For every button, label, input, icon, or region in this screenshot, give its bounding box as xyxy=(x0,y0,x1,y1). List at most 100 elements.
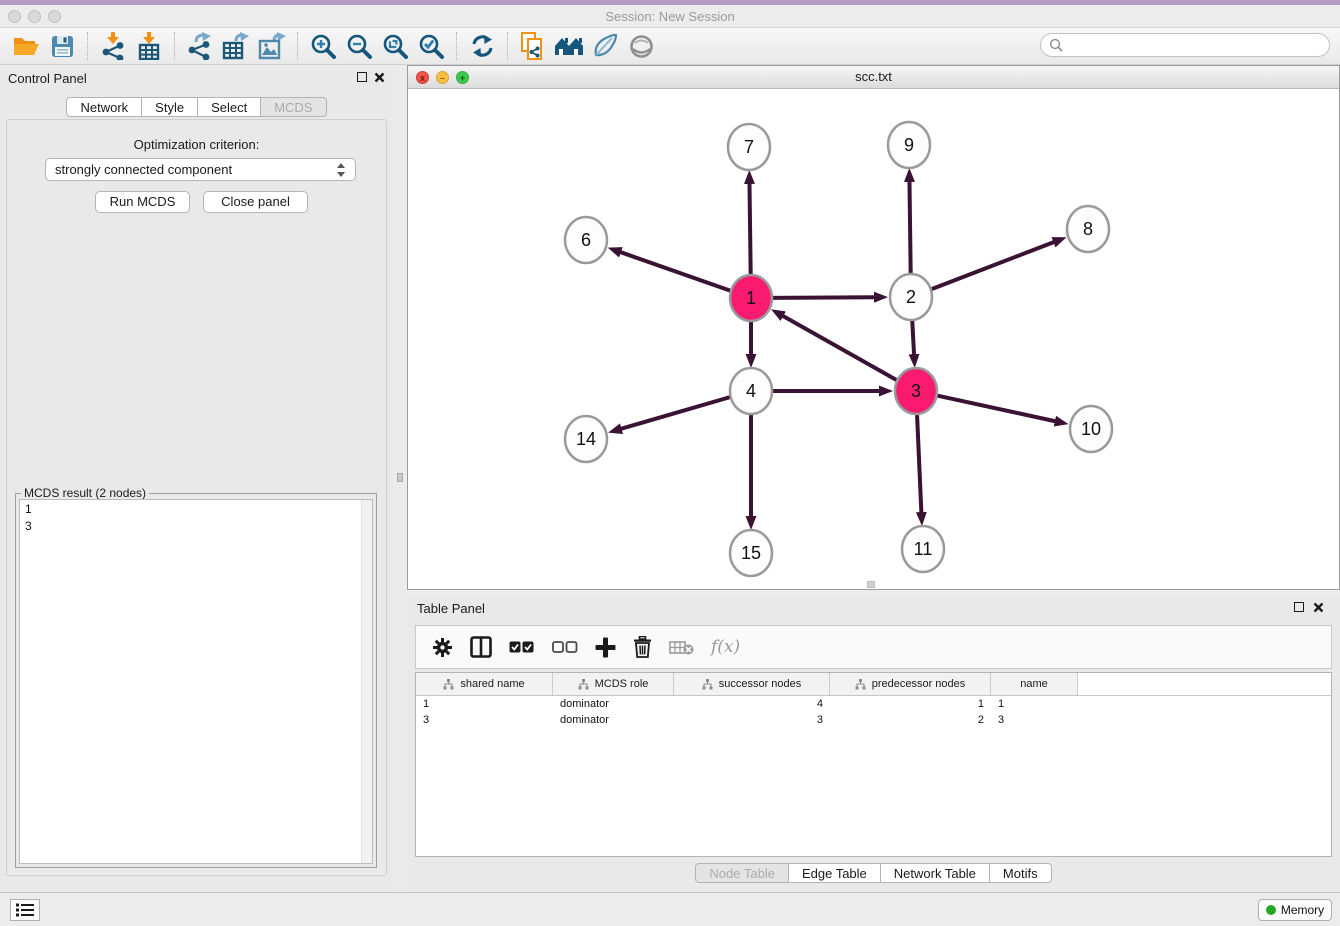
tab-style[interactable]: Style xyxy=(142,97,198,117)
table-toolbar: f(x) xyxy=(415,625,1332,669)
graph-node-label-3: 3 xyxy=(911,381,921,401)
control-panel: Control Panel Network Style Select MCDS … xyxy=(0,65,393,892)
show-columns-button[interactable] xyxy=(470,636,492,658)
toolbar-separator xyxy=(174,32,175,60)
save-session-button[interactable] xyxy=(44,30,80,62)
first-neighbors-button[interactable] xyxy=(551,30,587,62)
column-header-shared-name[interactable]: shared name xyxy=(416,673,553,695)
close-table-panel-icon[interactable] xyxy=(1313,602,1324,613)
split-divider[interactable] xyxy=(393,65,407,892)
tab-network-table[interactable]: Network Table xyxy=(881,863,990,883)
graph-edge-3-10[interactable] xyxy=(937,395,1056,421)
search-box[interactable] xyxy=(1040,33,1330,57)
search-input[interactable] xyxy=(1063,35,1329,55)
minimize-window-button[interactable] xyxy=(28,10,41,23)
network-graph[interactable]: 7968124314101511 xyxy=(408,89,1339,589)
cell-predecessor-nodes[interactable]: 1 xyxy=(830,696,991,712)
deselect-all-button[interactable] xyxy=(552,640,578,654)
table-row[interactable]: 1 dominator 4 1 1 xyxy=(416,696,1331,712)
export-table-button[interactable] xyxy=(218,30,254,62)
show-hide-button[interactable] xyxy=(623,30,659,62)
graph-edge-3-1[interactable] xyxy=(782,316,897,381)
graph-edge-2-3[interactable] xyxy=(912,318,914,355)
close-panel-icon[interactable] xyxy=(374,72,385,83)
delete-table-button[interactable] xyxy=(669,639,694,655)
graph-edge-1-7[interactable] xyxy=(749,183,750,277)
add-column-button[interactable] xyxy=(595,637,616,658)
cell-mcds-role[interactable]: dominator xyxy=(553,712,674,728)
cell-successor-nodes[interactable]: 3 xyxy=(674,712,830,728)
graph-edge-3-11[interactable] xyxy=(917,412,921,513)
network-close-button[interactable]: x xyxy=(416,71,429,84)
cell-predecessor-nodes[interactable]: 2 xyxy=(830,712,991,728)
float-panel-icon[interactable] xyxy=(357,72,367,82)
open-file-button[interactable] xyxy=(8,30,44,62)
zoom-out-button[interactable] xyxy=(341,30,377,62)
graph-node-label-10: 10 xyxy=(1081,419,1101,439)
cell-mcds-role[interactable]: dominator xyxy=(553,696,674,712)
gear-icon xyxy=(432,637,453,658)
graph-node-label-15: 15 xyxy=(741,543,761,563)
zoom-fit-button[interactable] xyxy=(377,30,413,62)
apply-layout-button[interactable] xyxy=(464,30,500,62)
graph-node-label-2: 2 xyxy=(906,287,916,307)
delete-column-button[interactable] xyxy=(633,636,652,658)
close-window-button[interactable] xyxy=(8,10,21,23)
tab-edge-table[interactable]: Edge Table xyxy=(789,863,881,883)
clone-network-button[interactable] xyxy=(515,30,551,62)
run-mcds-button[interactable]: Run MCDS xyxy=(95,191,190,213)
network-maximize-button[interactable]: + xyxy=(456,71,469,84)
delete-table-icon xyxy=(669,639,694,655)
cell-shared-name[interactable]: 3 xyxy=(416,712,553,728)
plus-icon xyxy=(595,637,616,658)
tab-select[interactable]: Select xyxy=(198,97,261,117)
paint-style-button[interactable] xyxy=(587,30,623,62)
maximize-window-button[interactable] xyxy=(48,10,61,23)
export-table-icon xyxy=(222,32,250,60)
network-minimize-button[interactable]: – xyxy=(436,71,449,84)
zoom-selected-button[interactable] xyxy=(413,30,449,62)
close-panel-button[interactable]: Close panel xyxy=(203,191,308,213)
divider-handle[interactable] xyxy=(397,473,403,482)
graph-edge-2-8[interactable] xyxy=(931,242,1055,290)
zoom-in-button[interactable] xyxy=(305,30,341,62)
column-header-name[interactable]: name xyxy=(991,673,1078,695)
tab-node-table[interactable]: Node Table xyxy=(695,863,789,883)
export-image-button[interactable] xyxy=(254,30,290,62)
control-panel-header: Control Panel xyxy=(0,65,393,91)
column-header-mcds-role[interactable]: MCDS role xyxy=(553,673,674,695)
float-table-panel-icon[interactable] xyxy=(1294,602,1304,612)
column-header-predecessor-nodes[interactable]: predecessor nodes xyxy=(830,673,991,695)
network-canvas[interactable]: 7968124314101511 xyxy=(408,89,1339,589)
result-scrollbar[interactable] xyxy=(361,500,372,863)
cell-name[interactable]: 3 xyxy=(991,712,1078,728)
select-all-button[interactable] xyxy=(509,640,535,654)
graph-node-label-14: 14 xyxy=(576,429,596,449)
mcds-result-text[interactable]: 1 3 xyxy=(19,499,373,864)
task-history-button[interactable] xyxy=(10,899,40,921)
tab-motifs[interactable]: Motifs xyxy=(990,863,1052,883)
import-network-button[interactable] xyxy=(95,30,131,62)
export-network-button[interactable] xyxy=(182,30,218,62)
table-panel-title: Table Panel xyxy=(417,601,485,616)
column-header-successor-nodes[interactable]: successor nodes xyxy=(674,673,830,695)
graph-edge-2-9[interactable] xyxy=(909,181,910,276)
criterion-dropdown[interactable]: strongly connected component xyxy=(45,158,356,181)
function-builder-button[interactable]: f(x) xyxy=(711,637,740,657)
graph-edge-4-14[interactable] xyxy=(621,397,731,429)
cell-shared-name[interactable]: 1 xyxy=(416,696,553,712)
table-settings-button[interactable] xyxy=(432,637,453,658)
import-table-button[interactable] xyxy=(131,30,167,62)
graph-edge-1-6[interactable] xyxy=(620,252,731,291)
tab-mcds[interactable]: MCDS xyxy=(261,97,326,117)
tab-network[interactable]: Network xyxy=(66,97,142,117)
graph-edge-1-2[interactable] xyxy=(772,297,875,298)
optimization-criterion-label: Optimization criterion: xyxy=(7,137,386,152)
table-row[interactable]: 3 dominator 3 2 3 xyxy=(416,712,1331,728)
cell-name[interactable]: 1 xyxy=(991,696,1078,712)
fx-icon: f(x) xyxy=(711,637,740,657)
canvas-resize-handle[interactable] xyxy=(867,581,875,588)
export-image-icon xyxy=(258,32,286,60)
cell-successor-nodes[interactable]: 4 xyxy=(674,696,830,712)
memory-button[interactable]: Memory xyxy=(1258,899,1332,921)
